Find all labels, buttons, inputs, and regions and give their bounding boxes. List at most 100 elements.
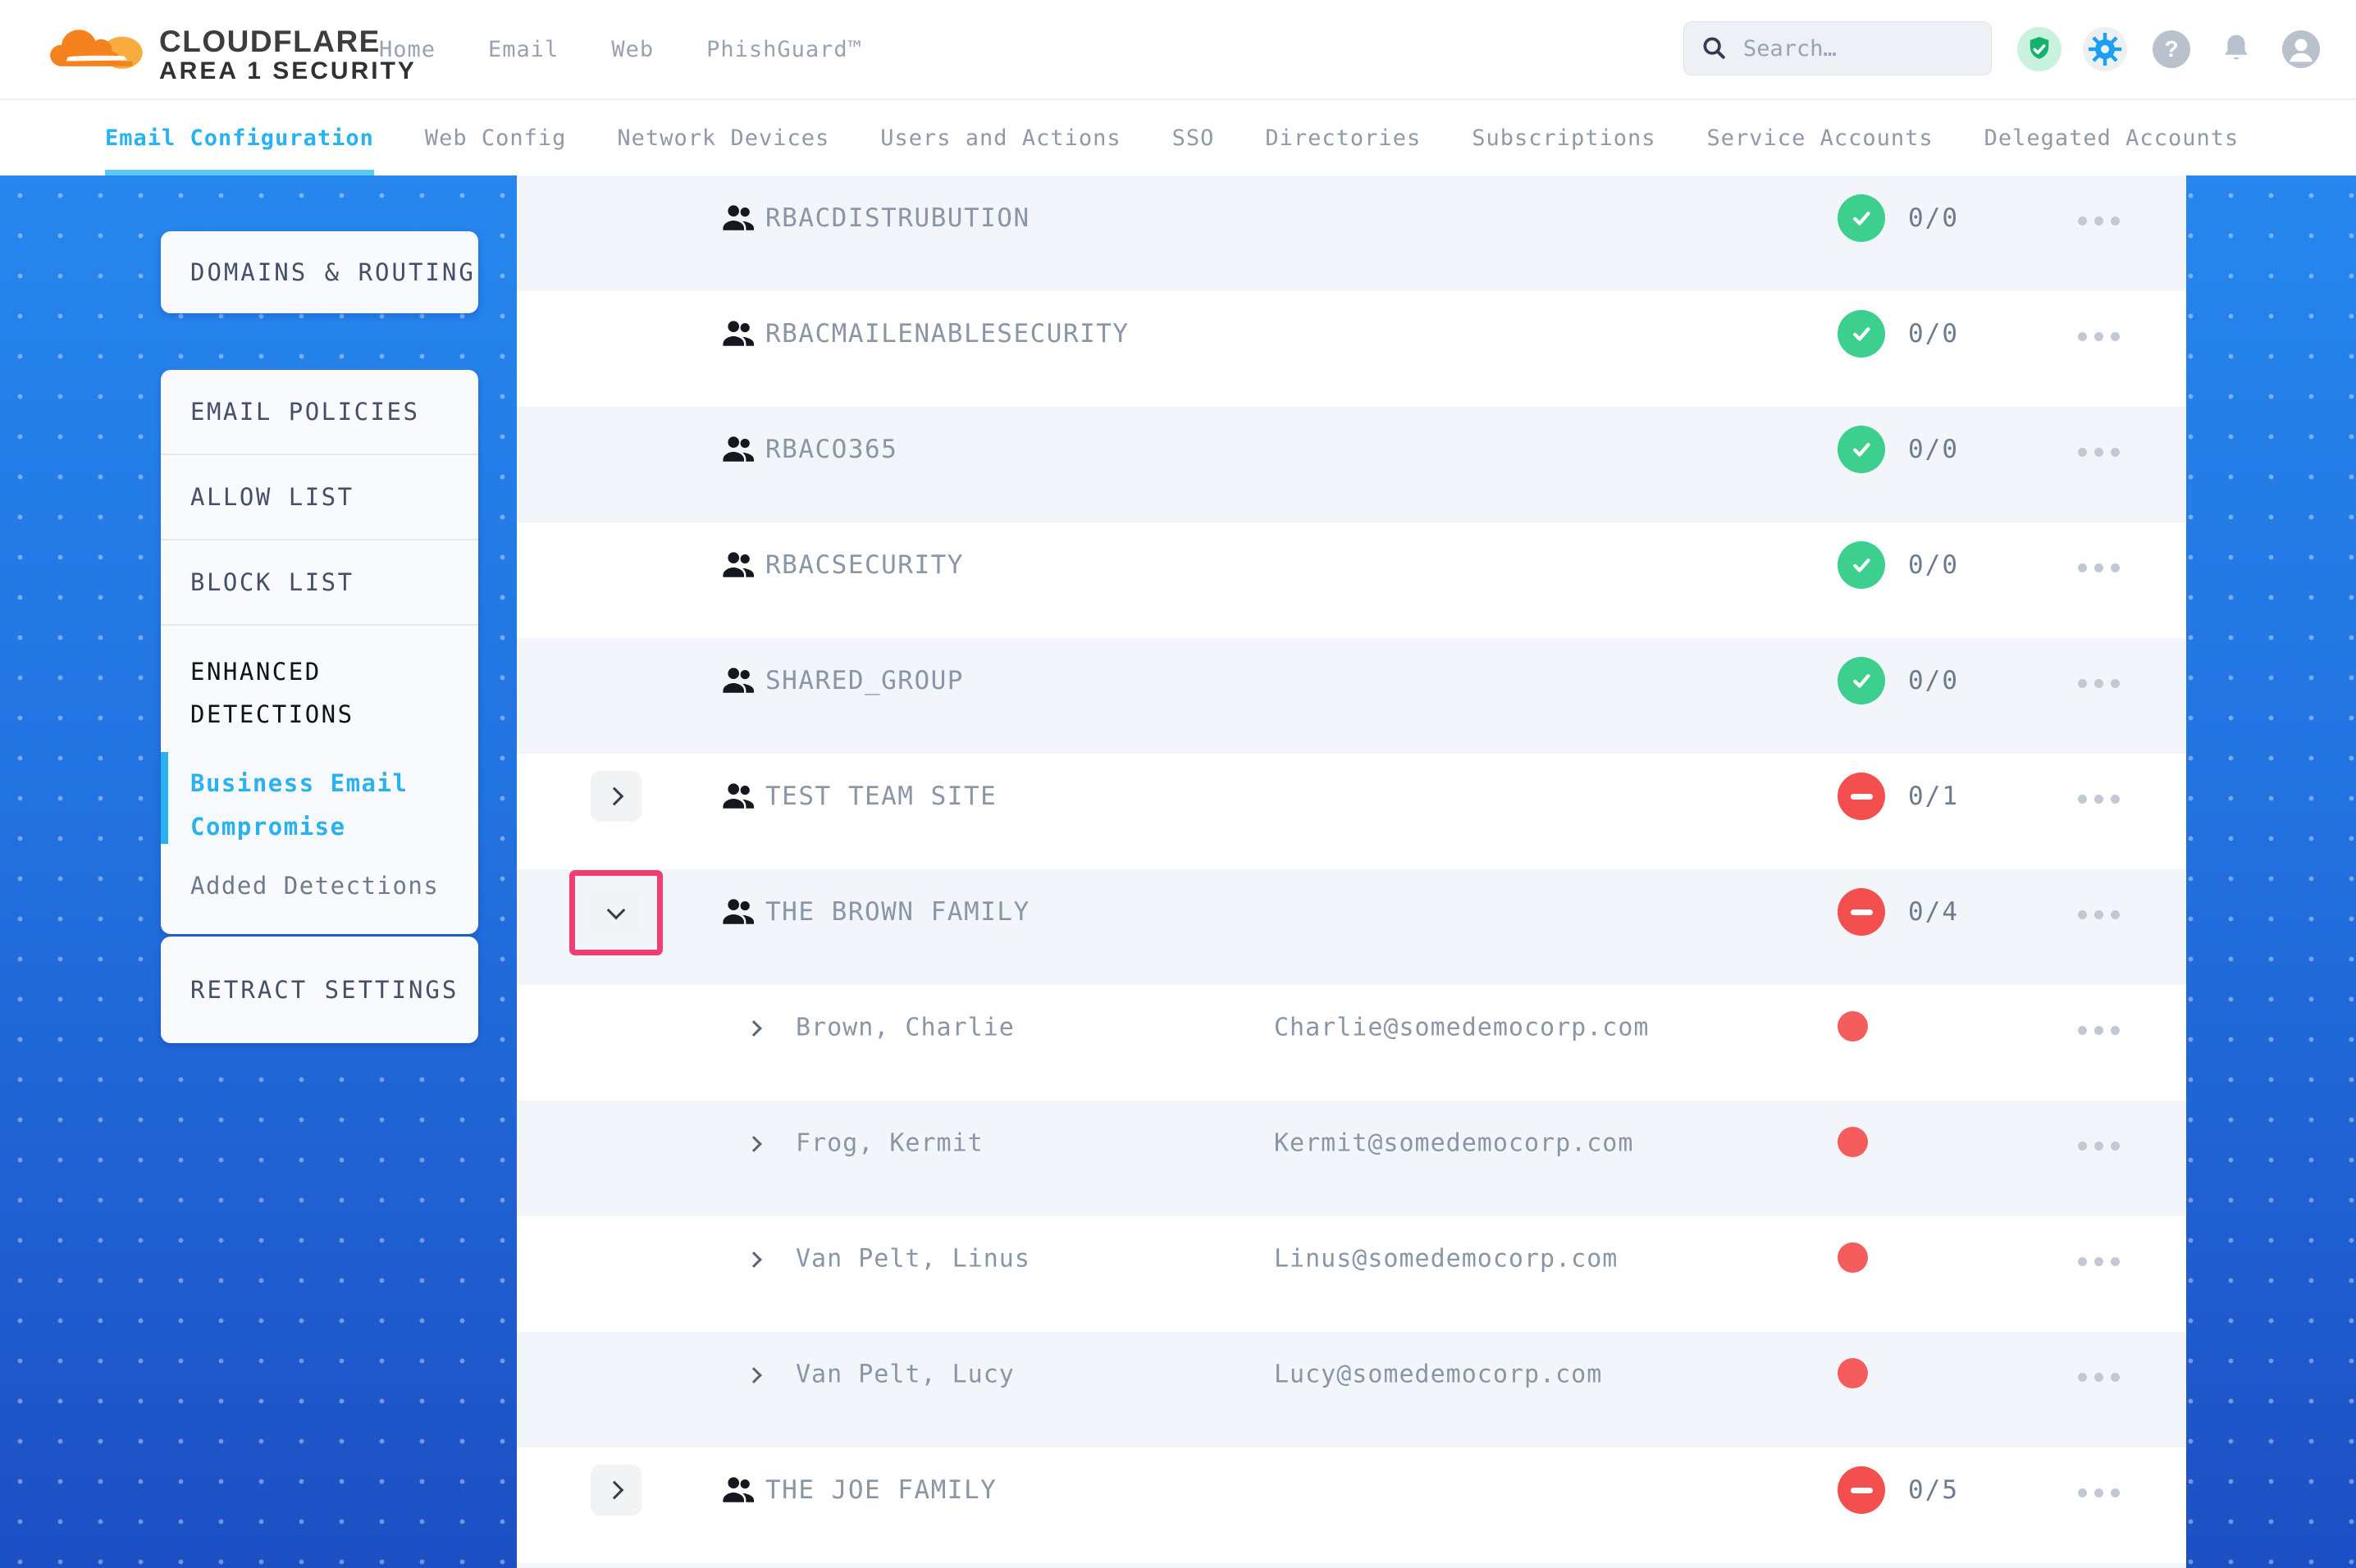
group-icon: [719, 892, 759, 932]
member-email: Charlie@somedemocorp.com: [1274, 1014, 1649, 1042]
nav-web[interactable]: Web: [611, 37, 654, 62]
sidebar-item-business-email-compromise[interactable]: Business Email Compromise: [161, 744, 478, 857]
group-row: THE BROWN FAMILY 0/4: [517, 869, 2186, 985]
content-panel: RBACDISTRUBUTION 0/0 RBACMAILENABLESECUR…: [517, 175, 2186, 1568]
member-count: 0/0: [1908, 319, 1959, 349]
group-row: RBACSECURITY 0/0: [517, 522, 2186, 638]
member-email: Linus@somedemocorp.com: [1274, 1245, 1618, 1274]
gear-icon[interactable]: [2083, 27, 2127, 71]
nav-home[interactable]: Home: [379, 37, 436, 62]
group-list: RBACDISTRUBUTION 0/0 RBACMAILENABLESECUR…: [517, 175, 2186, 1568]
tab-delegated-accounts[interactable]: Delegated Accounts: [1984, 100, 2240, 175]
member-count: 0/1: [1908, 782, 1959, 811]
expand-toggle-button[interactable]: [591, 1465, 642, 1516]
notifications-icon[interactable]: [2217, 30, 2255, 68]
tab-users-and-actions[interactable]: Users and Actions: [880, 100, 1121, 175]
group-row: RBACO365 0/0: [517, 407, 2186, 522]
tab-web-config[interactable]: Web Config: [425, 100, 567, 175]
logo-subtitle: AREA 1 SECURITY: [159, 57, 417, 85]
expand-chevron-icon[interactable]: [746, 1367, 762, 1383]
minus-icon: [1851, 909, 1873, 915]
row-menu-button[interactable]: [2070, 785, 2127, 813]
sidebar-item-allow-list[interactable]: ALLOW LIST: [161, 454, 478, 539]
sidebar-section-enhanced-detections: ENHANCED DETECTIONS: [161, 624, 478, 744]
row-menu-button[interactable]: [2070, 1132, 2127, 1160]
tab-network-devices[interactable]: Network Devices: [617, 100, 829, 175]
logo-text: CLOUDFLARE AREA 1 SECURITY: [159, 26, 417, 85]
group-row: RBACMAILENABLESECURITY 0/0: [517, 291, 2186, 407]
status-badge: [1838, 541, 1885, 589]
row-menu-button[interactable]: [2070, 554, 2127, 581]
member-row: Frog, Kermit Kermit@somedemocorp.com: [517, 1101, 2186, 1216]
group-name: RBACSECURITY: [765, 550, 964, 580]
status-badge: [1838, 657, 1885, 704]
group-row: THE JOE FAMILY 0/5: [517, 1447, 2186, 1563]
row-menu-button[interactable]: [2070, 438, 2127, 466]
group-icon: [719, 198, 759, 238]
group-name: TEST TEAM SITE: [765, 782, 997, 811]
status-dot: [1838, 1358, 1868, 1388]
row-menu-button[interactable]: [2070, 669, 2127, 697]
group-row: RBACDISTRUBUTION 0/0: [517, 175, 2186, 291]
main-area: DOMAINS & ROUTING EMAIL POLICIES ALLOW L…: [0, 175, 2356, 1568]
shield-check-icon[interactable]: [2017, 27, 2062, 71]
row-menu-button[interactable]: [2070, 1363, 2127, 1391]
tab-subscriptions[interactable]: Subscriptions: [1472, 100, 1655, 175]
sidebar-item-added-detections[interactable]: Added Detections: [161, 857, 478, 934]
row-menu-button[interactable]: [2070, 322, 2127, 350]
search-icon: [1701, 34, 1728, 62]
sidebar-item-retract-settings[interactable]: RETRACT SETTINGS: [190, 976, 459, 1004]
enhanced-detections-title: ENHANCED DETECTIONS: [190, 650, 445, 736]
sidebar-card-retract-settings[interactable]: RETRACT SETTINGS: [161, 937, 478, 1043]
status-badge: [1838, 1466, 1885, 1514]
member-count: 0/5: [1908, 1475, 1959, 1505]
row-menu-button[interactable]: [2070, 900, 2127, 928]
member-count: 0/4: [1908, 897, 1959, 927]
tab-email-configuration[interactable]: Email Configuration: [105, 100, 374, 175]
expand-toggle-button[interactable]: [591, 771, 642, 822]
config-tabbar: Email Configuration Web Config Network D…: [0, 100, 2356, 175]
search-box[interactable]: [1683, 21, 1992, 75]
status-badge: [1838, 426, 1885, 473]
member-row: Van Pelt, Linus Linus@somedemocorp.com: [517, 1216, 2186, 1332]
cloudflare-cloud-icon: [48, 15, 149, 79]
check-icon: [1847, 320, 1875, 348]
expand-toggle-button[interactable]: [591, 887, 642, 937]
nav-email[interactable]: Email: [488, 37, 559, 62]
check-icon: [1847, 551, 1875, 579]
sidebar-card-domains-routing[interactable]: DOMAINS & ROUTING: [161, 231, 478, 313]
help-icon[interactable]: ?: [2153, 30, 2190, 68]
status-badge: [1838, 888, 1885, 936]
sidebar-item-domains-routing[interactable]: DOMAINS & ROUTING: [190, 258, 476, 286]
account-icon[interactable]: [2282, 30, 2320, 68]
sidebar-item-block-list[interactable]: BLOCK LIST: [161, 539, 478, 624]
expand-chevron-icon[interactable]: [746, 1020, 762, 1037]
row-menu-button[interactable]: [2070, 207, 2127, 235]
status-badge: [1838, 310, 1885, 358]
tab-service-accounts[interactable]: Service Accounts: [1707, 100, 1934, 175]
row-menu-button[interactable]: [2070, 1479, 2127, 1506]
group-name: SHARED_GROUP: [765, 666, 964, 695]
group-row: SHARED_GROUP 0/0: [517, 638, 2186, 754]
nav-phishguard[interactable]: PhishGuard™: [706, 37, 862, 62]
expand-chevron-icon[interactable]: [746, 1136, 762, 1152]
tab-directories[interactable]: Directories: [1265, 100, 1421, 175]
tab-sso[interactable]: SSO: [1172, 100, 1215, 175]
member-row: Brown, Charlie Charlie@somedemocorp.com: [517, 985, 2186, 1101]
sidebar-item-email-policies[interactable]: EMAIL POLICIES: [161, 370, 478, 454]
member-email: Kermit@somedemocorp.com: [1274, 1129, 1633, 1158]
group-name: THE BROWN FAMILY: [765, 897, 1030, 927]
chevron-icon: [605, 787, 624, 806]
member-name: Brown, Charlie: [796, 1014, 1015, 1042]
member-name: Van Pelt, Linus: [796, 1245, 1030, 1274]
group-icon: [719, 314, 759, 353]
group-icon: [719, 545, 759, 585]
search-input[interactable]: [1742, 35, 1958, 62]
row-menu-button[interactable]: [2070, 1247, 2127, 1275]
table-row-spacer: [517, 1563, 2186, 1568]
member-name: Frog, Kermit: [796, 1129, 984, 1158]
row-menu-button[interactable]: [2070, 1016, 2127, 1044]
expand-chevron-icon[interactable]: [746, 1251, 762, 1268]
check-icon: [1847, 667, 1875, 695]
member-count: 0/0: [1908, 435, 1959, 464]
